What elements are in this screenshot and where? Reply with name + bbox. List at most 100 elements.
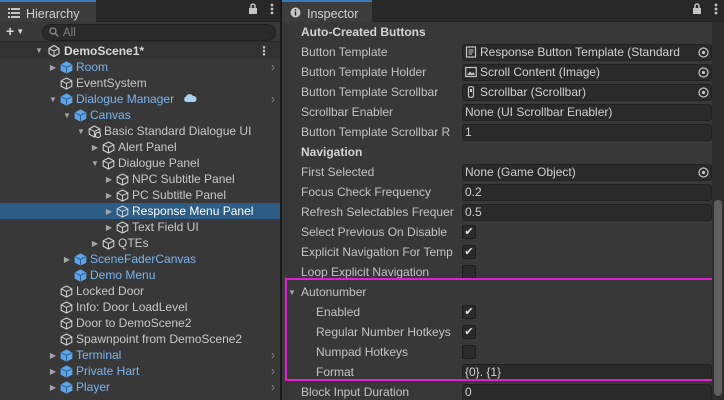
add-object-button[interactable]: + ▼: [6, 23, 24, 39]
hierarchy-tree: ▼ DemoScene1* ⋮ ▶ Room › EventSystem ▼ Dialog…: [0, 42, 280, 395]
kebab-menu-icon[interactable]: [714, 3, 718, 18]
field-value: 0.5: [465, 205, 482, 219]
scene-name: DemoScene1*: [64, 43, 145, 58]
chevron-right-icon[interactable]: ›: [271, 60, 275, 74]
chevron-right-icon[interactable]: ›: [271, 380, 275, 394]
hierarchy-row[interactable]: ▶ NPC Subtitle Panel: [0, 171, 280, 187]
value-field[interactable]: 1: [462, 123, 712, 141]
expand-arrow-icon[interactable]: ▼: [76, 127, 86, 136]
hierarchy-row-label: Demo Menu: [90, 268, 156, 282]
inspector-row: Navigation: [282, 142, 712, 162]
hierarchy-row-label: Canvas: [90, 108, 131, 122]
inspector-scrollbar[interactable]: [712, 22, 724, 400]
lock-icon[interactable]: [248, 3, 258, 18]
property-label: Focus Check Frequency: [301, 185, 432, 199]
value-field[interactable]: 0.5: [462, 203, 712, 221]
expand-arrow-icon[interactable]: ▼: [90, 159, 100, 168]
property-checkbox[interactable]: [462, 265, 476, 279]
property-checkbox[interactable]: ✔: [462, 225, 476, 239]
expand-arrow-icon[interactable]: ▶: [90, 239, 100, 248]
hierarchy-row[interactable]: ▼ Dialogue Manager ›: [0, 91, 280, 107]
hierarchy-panel: Hierarchy + ▼ ▼ DemoSce: [0, 0, 280, 400]
hierarchy-tab[interactable]: Hierarchy: [0, 0, 96, 22]
hierarchy-row[interactable]: EventSystem: [0, 75, 280, 91]
hierarchy-row[interactable]: Spawnpoint from DemoScene2: [0, 331, 280, 347]
property-label: Button Template: [301, 45, 388, 59]
expand-arrow-icon[interactable]: ▶: [104, 191, 114, 200]
hierarchy-row[interactable]: Info: Door LoadLevel: [0, 299, 280, 315]
hierarchy-row-label: Basic Standard Dialogue UI: [104, 124, 252, 138]
cloud-icon: [182, 92, 198, 106]
kebab-menu-icon[interactable]: [270, 3, 274, 18]
autonumber-foldout[interactable]: ▼ Autonumber: [282, 282, 712, 302]
property-checkbox[interactable]: [462, 345, 476, 359]
object-picker-icon[interactable]: [695, 45, 711, 60]
chevron-right-icon[interactable]: ›: [271, 348, 275, 362]
hierarchy-row[interactable]: ▶ PC Subtitle Panel: [0, 187, 280, 203]
object-picker-icon[interactable]: [695, 65, 711, 80]
property-checkbox[interactable]: ✔: [462, 245, 476, 259]
gameobject-cube-icon: [102, 236, 115, 250]
hierarchy-row[interactable]: ▼ Canvas: [0, 107, 280, 123]
object-field[interactable]: Scroll Content (Image): [462, 63, 712, 81]
hierarchy-row[interactable]: ▶ Alert Panel: [0, 139, 280, 155]
hierarchy-row[interactable]: Locked Door: [0, 283, 280, 299]
hierarchy-row[interactable]: ▼ Dialogue Panel: [0, 155, 280, 171]
object-picker-icon[interactable]: [695, 165, 711, 180]
property-checkbox[interactable]: ✔: [462, 305, 476, 319]
object-field[interactable]: Scrollbar (Scrollbar): [462, 83, 712, 101]
value-field[interactable]: None (UI Scrollbar Enabler): [462, 103, 712, 121]
prefab-cube-icon: [74, 268, 87, 282]
value-field[interactable]: 0: [462, 383, 712, 400]
hierarchy-row[interactable]: ▶ Player ›: [0, 379, 280, 395]
expand-arrow-icon[interactable]: ▶: [90, 143, 100, 152]
inspector-row: Button Template Scrollbar R 1: [282, 122, 712, 142]
hierarchy-row[interactable]: ▶ Response Menu Panel: [0, 203, 280, 219]
expand-arrow-icon[interactable]: ▼: [48, 95, 58, 104]
object-picker-icon[interactable]: [695, 85, 711, 100]
property-checkbox[interactable]: ✔: [462, 325, 476, 339]
scrollbar-thumb[interactable]: [714, 200, 722, 396]
expand-arrow-icon[interactable]: ▶: [62, 255, 72, 264]
search-input[interactable]: [63, 26, 243, 39]
object-field[interactable]: None (Game Object): [462, 163, 712, 181]
lock-icon[interactable]: [692, 3, 702, 18]
hierarchy-row[interactable]: ▶ Terminal ›: [0, 347, 280, 363]
chevron-right-icon[interactable]: ›: [271, 364, 275, 378]
expand-arrow-icon[interactable]: ▶: [48, 383, 58, 392]
inspector-row: Numpad Hotkeys: [282, 342, 712, 362]
expand-arrow-icon[interactable]: ▶: [48, 351, 58, 360]
property-label: Block Input Duration: [301, 385, 410, 399]
hierarchy-row[interactable]: ▶ SceneFaderCanvas: [0, 251, 280, 267]
hierarchy-row[interactable]: ▶ QTEs: [0, 235, 280, 251]
hierarchy-row[interactable]: ▶ Text Field UI: [0, 219, 280, 235]
expand-arrow-icon[interactable]: ▼: [62, 111, 72, 120]
expand-arrow-icon[interactable]: ▶: [104, 207, 114, 216]
foldout-arrow-icon[interactable]: ▼: [288, 288, 296, 297]
hierarchy-row[interactable]: Door to DemoScene2: [0, 315, 280, 331]
hierarchy-row-label: Door to DemoScene2: [76, 316, 192, 330]
scene-row[interactable]: ▼ DemoScene1* ⋮: [0, 42, 280, 59]
expand-arrow-icon[interactable]: ▶: [104, 175, 114, 184]
scene-menu-icon[interactable]: ⋮: [258, 44, 270, 58]
hierarchy-row[interactable]: ▼ Basic Standard Dialogue UI: [0, 123, 280, 139]
chevron-right-icon[interactable]: ›: [271, 92, 275, 106]
value-field[interactable]: {0}. {1}: [462, 363, 712, 381]
expand-arrow-icon[interactable]: ▶: [48, 63, 58, 72]
hierarchy-row[interactable]: Demo Menu: [0, 267, 280, 283]
hierarchy-row[interactable]: ▶ Private Hart ›: [0, 363, 280, 379]
hierarchy-row-label: EventSystem: [76, 76, 147, 90]
gameobject-cube-icon: [60, 76, 73, 90]
hierarchy-tab-label: Hierarchy: [26, 6, 80, 21]
value-field[interactable]: 0.2: [462, 183, 712, 201]
expand-arrow-icon[interactable]: ▼: [34, 46, 44, 55]
expand-arrow-icon[interactable]: ▶: [48, 367, 58, 376]
hierarchy-row[interactable]: ▶ Room ›: [0, 59, 280, 75]
property-label: Numpad Hotkeys: [316, 345, 409, 359]
object-field[interactable]: Response Button Template (Standard: [462, 43, 712, 61]
inspector-row: Regular Number Hotkeys ✔: [282, 322, 712, 342]
add-label: +: [6, 23, 15, 39]
field-value: Scrollbar (Scrollbar): [480, 85, 587, 99]
expand-arrow-icon[interactable]: ▶: [104, 223, 114, 232]
inspector-tab[interactable]: Inspector: [282, 0, 372, 22]
